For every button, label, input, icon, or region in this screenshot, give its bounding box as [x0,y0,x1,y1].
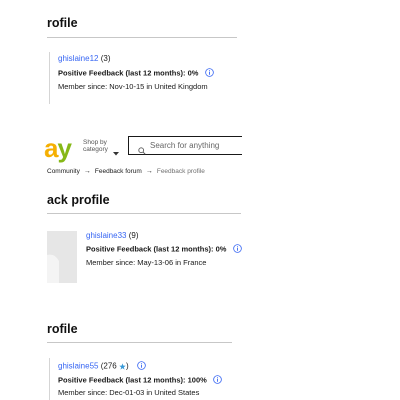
breadcrumb-arrow-icon: → [83,168,91,175]
breadcrumb: Community → Feedback forum → Feedback profil… [47,168,205,175]
positive-feedback-label: Positive Feedback (last 12 months): 0% [58,68,199,78]
positive-feedback-label: Positive Feedback (last 12 months): 0% [86,244,227,254]
info-icon[interactable] [204,68,214,79]
user-row: ghislaine33 (9) [86,231,139,240]
feedback-score-close: ) [125,361,129,371]
user-row: ghislaine12 (3) [58,54,111,63]
section-title: rofile [47,322,78,336]
feedback-score: (276 [100,361,117,371]
accent-bar [49,358,50,400]
breadcrumb-arrow-icon: → [145,168,153,175]
search-icon [138,142,146,160]
divider [47,37,237,38]
breadcrumb-community[interactable]: Community [47,168,80,175]
member-since: Member since: Nov-10-15 in United Kingdo… [58,82,208,91]
star-icon [119,362,126,372]
member-since: Member since: May-13-06 in France [86,258,207,267]
positive-feedback: Positive Feedback (last 12 months): 0% [86,244,242,255]
positive-feedback: Positive Feedback (last 12 months): 0% [58,68,214,79]
info-icon[interactable] [232,244,242,255]
shop-by-category[interactable]: Shop by category [83,139,108,153]
search-box [128,136,242,155]
logo-letter-y: y [57,133,72,163]
breadcrumb-feedback-forum[interactable]: Feedback forum [95,168,142,175]
feedback-score: (3) [100,54,111,63]
username-link[interactable]: ghislaine33 [86,231,126,240]
shop-by-line2: category [83,146,108,153]
feedback-score: (9) [128,231,139,240]
search-input[interactable] [147,141,240,150]
user-row: ghislaine55 (276 ) [58,361,146,372]
divider [47,213,241,214]
chevron-down-icon[interactable] [113,143,119,161]
breadcrumb-feedback-profile: Feedback profile [156,168,205,175]
shop-by-line1: Shop by [83,139,107,146]
ebay-logo[interactable]: ay [44,133,72,163]
avatar[interactable] [47,231,77,283]
accent-bar [49,52,50,104]
section-title: ack profile [47,193,110,207]
logo-letter-a: a [44,133,59,163]
info-icon[interactable] [213,375,222,386]
member-since: Member since: Dec-01-03 in United States [58,388,200,397]
info-icon[interactable] [137,361,146,372]
username-link[interactable]: ghislaine12 [58,54,98,63]
divider [47,342,232,343]
page-title: rofile [47,16,78,30]
positive-feedback-label: Positive Feedback (last 12 months): 100% [58,375,207,385]
positive-feedback: Positive Feedback (last 12 months): 100% [58,375,222,386]
crop-fade [40,0,46,400]
username-link[interactable]: ghislaine55 [58,362,98,371]
